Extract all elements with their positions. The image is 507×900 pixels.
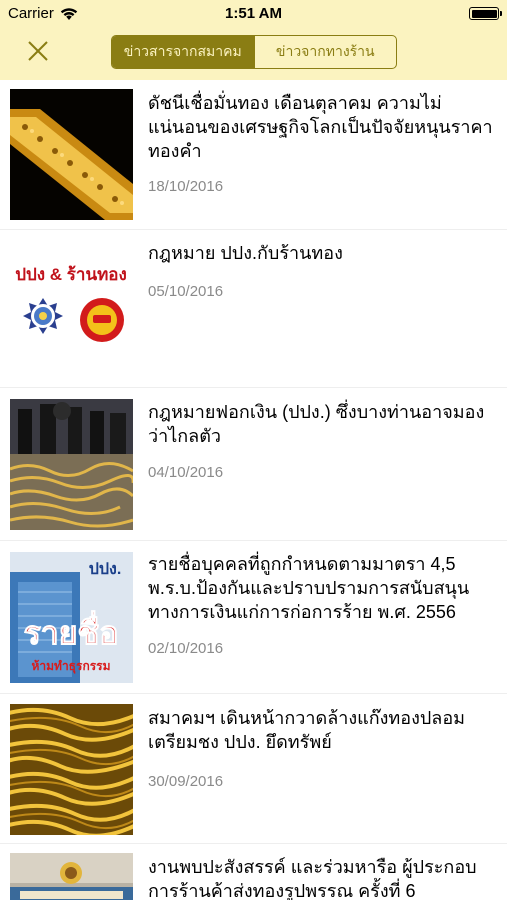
news-list: ดัชนีเชื่อมั่นทอง เดือนตุลาคม ความไม่แน่… (0, 80, 507, 900)
news-date: 18/10/2016 (148, 178, 224, 195)
tab-association-news[interactable]: ข่าวสารจากสมาคม (112, 36, 254, 68)
news-date: 02/10/2016 (148, 640, 224, 657)
news-thumbnail-gold-chains (10, 704, 133, 835)
news-title: ดัชนีเชื่อมั่นทอง เดือนตุลาคม ความไม่แน่… (148, 93, 493, 161)
news-row[interactable]: ปปง & ร้านทอง กฎหมาย ปปง.กับร้านทอง 05/1… (0, 230, 507, 388)
nav-header: Carrier 1:51 AM ข่าวสารจากสมาคม ข่าวจากท… (0, 0, 507, 80)
close-button[interactable] (22, 35, 54, 67)
news-row[interactable]: ดัชนีเชื่อมั่นทอง เดือนตุลาคม ความไม่แน่… (0, 80, 507, 230)
news-title: งานพบปะสังสรรค์ และร่วมหารือ ผู้ประกอบกา… (148, 857, 477, 900)
thumb-caption: ห้ามทำธุรกรรม (31, 659, 110, 674)
thumb-caption: รายชื่อ (24, 610, 119, 651)
status-bar: Carrier 1:51 AM (0, 0, 507, 28)
news-thumbnail-amlo-logos: ปปง & ร้านทอง (10, 240, 133, 378)
news-row[interactable]: สมาคมฯ เดินหน้ากวาดล้างแก๊งทองปลอม เตรีย… (0, 694, 507, 844)
news-title: กฎหมาย ปปง.กับร้านทอง (148, 243, 343, 263)
news-date: 05/10/2016 (148, 283, 224, 300)
news-thumbnail-gold-bracelet (10, 89, 133, 220)
status-time: 1:51 AM (225, 5, 282, 22)
battery-icon (469, 7, 502, 20)
news-title: รายชื่อบุคคลที่ถูกกำหนดตามมาตรา 4,5 พ.ร.… (148, 554, 470, 622)
close-x-icon (28, 41, 48, 61)
news-thumbnail-seized-gold (10, 399, 133, 530)
news-thumbnail-designated-list: ปปง. รายชื่อ ห้ามทำธุรกรรม (10, 552, 133, 683)
news-title: สมาคมฯ เดินหน้ากวาดล้างแก๊งทองปลอม เตรีย… (148, 708, 466, 752)
news-date: 04/10/2016 (148, 464, 224, 481)
news-title: กฎหมายฟอกเงิน (ปปง.) ซึ่งบางท่านอาจมองว่… (148, 402, 485, 446)
thumb-caption: ปปง. (89, 561, 122, 578)
news-thumbnail-meeting (10, 853, 133, 900)
news-date: 30/09/2016 (148, 773, 224, 790)
tab-shop-news[interactable]: ข่าวจากทางร้าน (253, 36, 397, 68)
news-row[interactable]: งานพบปะสังสรรค์ และร่วมหารือ ผู้ประกอบกา… (0, 844, 507, 900)
thumb-caption: ปปง & ร้านทอง (15, 265, 127, 284)
news-source-segmented-control: ข่าวสารจากสมาคม ข่าวจากทางร้าน (111, 35, 397, 69)
news-row[interactable]: กฎหมายฟอกเงิน (ปปง.) ซึ่งบางท่านอาจมองว่… (0, 388, 507, 541)
news-row[interactable]: ปปง. รายชื่อ ห้ามทำธุรกรรม รายชื่อบุคคลท… (0, 541, 507, 694)
